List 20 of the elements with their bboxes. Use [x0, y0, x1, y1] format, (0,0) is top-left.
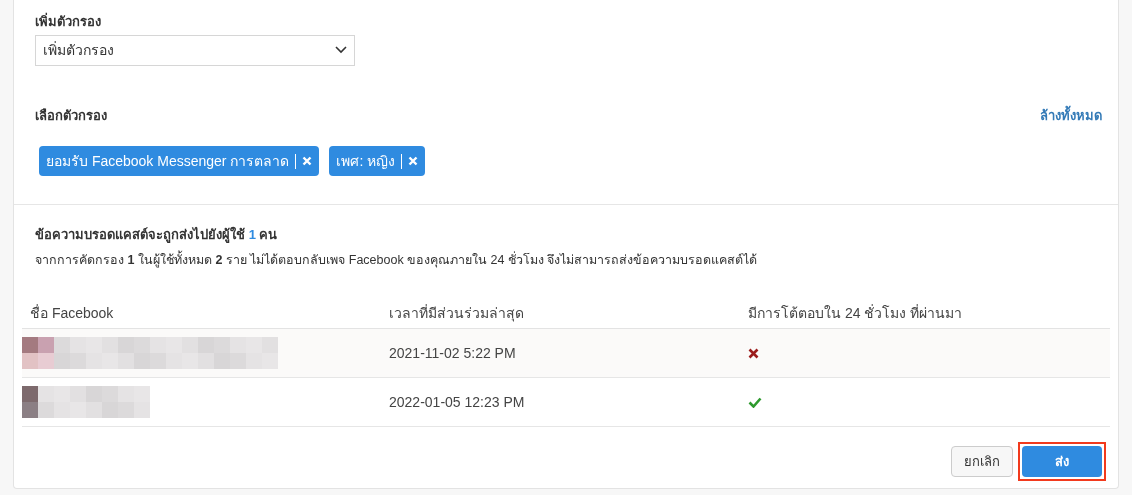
table-cell: 2022-01-05 12:23 PM — [389, 394, 525, 411]
filter-chip[interactable]: ยอมรับ Facebook Messenger การตลาด — [39, 146, 320, 176]
chip-label: ยอมรับ Facebook Messenger การตลาด — [46, 151, 290, 171]
chevron-down-icon — [335, 46, 347, 54]
filter-dropdown[interactable]: เพิ่มตัวกรอง — [35, 34, 355, 66]
field-label: เพิ่มตัวกรอง — [35, 12, 102, 31]
broadcast-summary: ข้อความบรอดแคสต์จะถูกส่งไปยังผู้ใช้ 1 คน — [35, 225, 279, 245]
close-icon[interactable] — [408, 156, 419, 166]
chip-label: เพศ: หญิง — [336, 151, 396, 171]
section-label: เลือกตัวกรอง — [35, 106, 107, 125]
close-icon[interactable] — [302, 156, 313, 166]
column-header: เวลาที่มีส่วนร่วมล่าสุด — [389, 305, 524, 322]
broadcast-note: จากการคัดกรอง 1 ในผู้ใช้ทั้งหมด 2 ราย ไม่ได้ตอบกลับเพจ Facebook ของคุณภายใน 24 ชั่วโมง จึงไม่สามารถส่งข้อความบรอดแคสต์ได้ — [35, 250, 759, 270]
cancel-button[interactable]: ยกเลิก — [951, 446, 1013, 478]
filter-chip[interactable]: เพศ: หญิง — [329, 146, 426, 176]
column-header: ชื่อ Facebook — [30, 305, 114, 322]
send-button[interactable]: ส่ง — [1022, 446, 1102, 478]
clear-all-link[interactable]: ล้างทั้งหมด — [1040, 105, 1102, 125]
table-cell: 2021-11-02 5:22 PM — [389, 345, 516, 362]
column-header: มีการโต้ตอบใน 24 ชั่วโมง ที่ผ่านมา — [748, 305, 963, 322]
